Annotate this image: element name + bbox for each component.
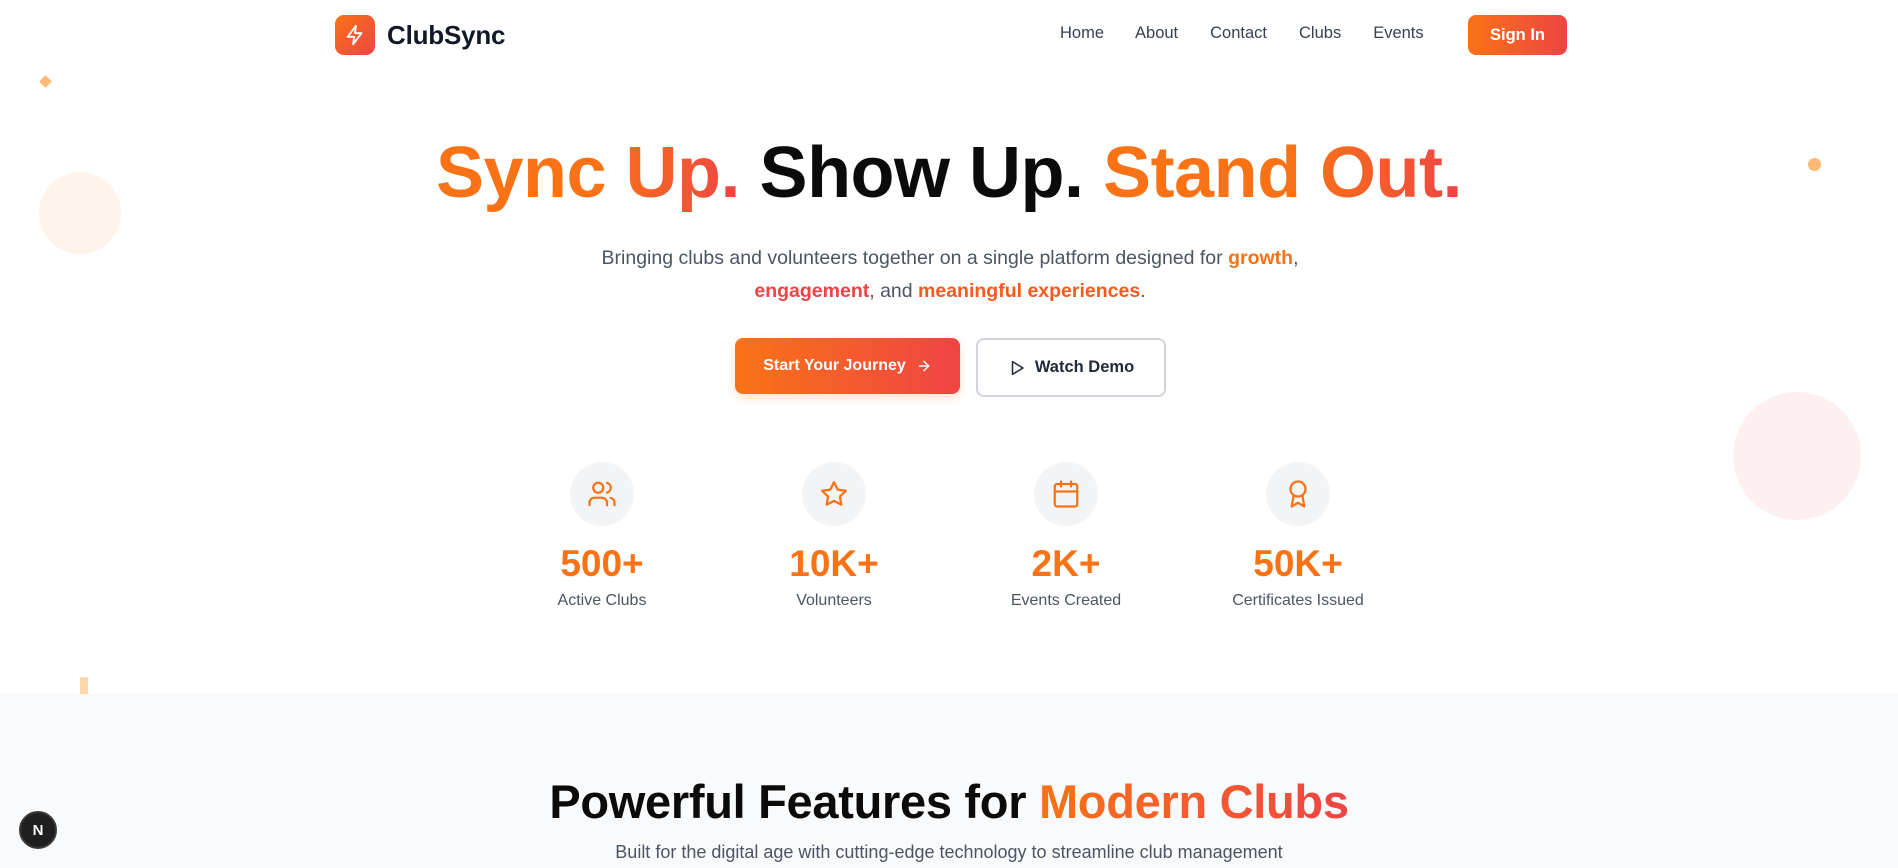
watch-demo-label: Watch Demo <box>1034 358 1135 376</box>
users-icon <box>570 462 634 526</box>
subtitle-text: Bringing clubs and volunteers together o… <box>601 247 1229 269</box>
features-title-accent: Modern Clubs <box>1038 775 1349 828</box>
stat-label: Active Clubs <box>557 592 647 609</box>
nav-link-contact[interactable]: Contact <box>1210 24 1267 43</box>
subtitle-and: , and <box>869 280 919 302</box>
features-section: Powerful Features for Modern Clubs Built… <box>0 694 1898 868</box>
stat-label: Volunteers <box>796 592 872 609</box>
decorative-circle-right <box>1733 392 1861 520</box>
headline-part-show: Show Up. <box>759 133 1084 213</box>
stat-value: 2K+ <box>1031 543 1101 584</box>
stat-certificates-issued: 50K+ Certificates Issued <box>1198 462 1398 610</box>
stat-value: 500+ <box>560 543 644 584</box>
calendar-icon <box>1034 462 1098 526</box>
stat-events-created: 2K+ Events Created <box>966 462 1166 610</box>
stat-value: 50K+ <box>1253 543 1343 584</box>
lightning-bolt-icon <box>335 15 375 55</box>
stat-label: Certificates Issued <box>1232 592 1364 609</box>
decorative-diamond <box>39 75 52 88</box>
nav-link-about[interactable]: About <box>1135 24 1178 43</box>
subtitle-comma: , <box>1293 247 1299 269</box>
decorative-bar-left <box>80 677 88 694</box>
arrow-right-icon <box>916 358 932 374</box>
dev-tools-badge[interactable]: N <box>19 811 57 849</box>
brand-logo[interactable]: ClubSync <box>335 15 506 55</box>
highlight-engagement: engagement <box>754 280 870 302</box>
subtitle-period: . <box>1140 280 1146 302</box>
stat-value: 10K+ <box>789 543 879 584</box>
watch-demo-button[interactable]: Watch Demo <box>976 338 1166 397</box>
stat-label: Events Created <box>1010 592 1122 609</box>
headline-part-sync: Sync Up. <box>435 133 741 213</box>
brand-name: ClubSync <box>387 19 506 50</box>
hero-headline: Sync Up. Show Up. Stand Out. <box>0 132 1898 214</box>
features-subtitle: Built for the digital age with cutting-e… <box>615 842 1283 862</box>
features-title-plain: Powerful Features for <box>549 775 1039 828</box>
nav-links: Home About Contact Clubs Events <box>1060 24 1456 43</box>
award-icon <box>1266 462 1330 526</box>
start-journey-label: Start Your Journey <box>763 357 906 374</box>
highlight-growth: growth <box>1228 247 1294 269</box>
stat-active-clubs: 500+ Active Clubs <box>502 462 702 610</box>
hero-subtitle: Bringing clubs and volunteers together o… <box>560 242 1340 308</box>
features-title: Powerful Features for Modern Clubs <box>0 774 1898 829</box>
stat-volunteers: 10K+ Volunteers <box>734 462 934 610</box>
play-icon <box>1008 359 1026 377</box>
nav-link-clubs[interactable]: Clubs <box>1299 24 1341 43</box>
highlight-experiences: meaningful experiences <box>918 280 1141 302</box>
top-navbar: ClubSync Home About Contact Clubs Events… <box>0 0 1898 70</box>
headline-part-stand: Stand Out. <box>1103 133 1463 213</box>
star-icon <box>802 462 866 526</box>
landing-page: ClubSync Home About Contact Clubs Events… <box>0 0 1898 868</box>
nav-link-home[interactable]: Home <box>1060 24 1104 43</box>
sign-in-button[interactable]: Sign In <box>1468 15 1567 55</box>
start-journey-button[interactable]: Start Your Journey <box>735 338 960 394</box>
nav-link-events[interactable]: Events <box>1373 24 1423 43</box>
